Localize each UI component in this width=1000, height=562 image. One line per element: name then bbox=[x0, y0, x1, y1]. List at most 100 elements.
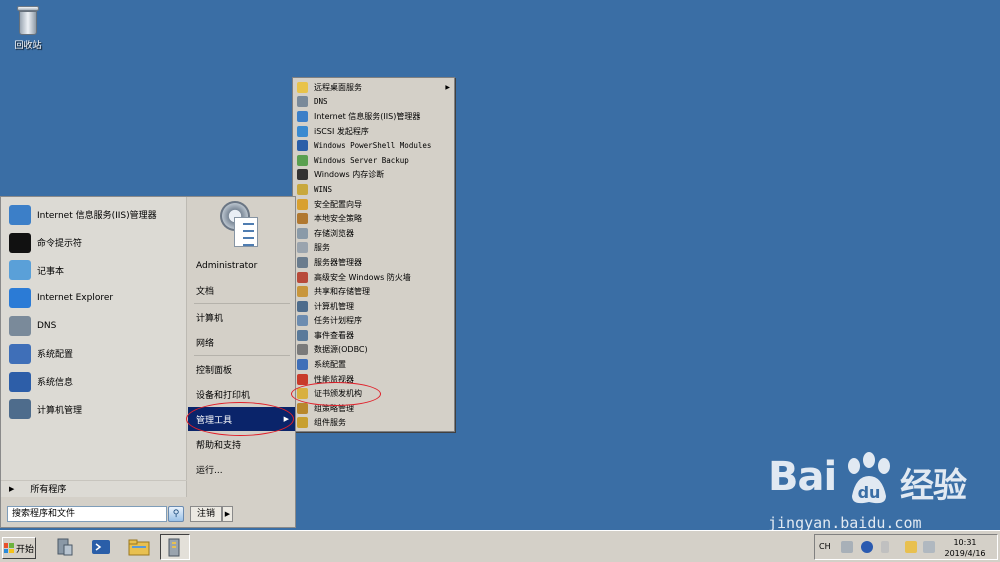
pinned-item-notepad[interactable]: 记事本 bbox=[1, 257, 186, 285]
pinned-item-label: 记事本 bbox=[37, 266, 65, 277]
search-row: 搜索程序和文件 ⚲ 注销 ▶ bbox=[1, 501, 297, 527]
keyboard-icon[interactable] bbox=[841, 541, 853, 553]
submenu-item-storage-explorer[interactable]: 存储浏览器 bbox=[293, 226, 454, 241]
annotation-ellipse-admin-tools bbox=[186, 402, 294, 436]
right-item-network[interactable]: 网络 bbox=[188, 330, 295, 354]
watermark-logo-text: Bai bbox=[768, 454, 837, 500]
powershell-icon[interactable] bbox=[86, 534, 116, 560]
ime-options-icon[interactable] bbox=[881, 541, 889, 553]
submenu-item-task-scheduler[interactable]: 任务计划程序 bbox=[293, 314, 454, 329]
dns-icon bbox=[9, 316, 31, 337]
submenu-item-label: 系统配置 bbox=[314, 360, 346, 370]
explorer-icon[interactable] bbox=[124, 534, 154, 560]
clock[interactable]: 10:31 2019/4/16 bbox=[943, 537, 987, 559]
annotation-ellipse-certificate-authority bbox=[291, 382, 381, 406]
right-item-documents[interactable]: 文档 bbox=[188, 278, 295, 302]
submenu-item-iscsi[interactable]: iSCSI 发起程序 bbox=[293, 124, 454, 139]
search-icon[interactable]: ⚲ bbox=[168, 506, 184, 522]
notepad-icon bbox=[9, 260, 31, 281]
all-programs-button[interactable]: ▶ 所有程序 bbox=[1, 480, 187, 496]
submenu-item-label: Internet 信息服务(IIS)管理器 bbox=[314, 111, 421, 121]
submenu-item-label: 远程桌面服务 bbox=[314, 82, 362, 92]
windows-logo-icon bbox=[3, 543, 14, 553]
submenu-item-iis-manager[interactable]: Internet 信息服务(IIS)管理器 bbox=[293, 109, 454, 124]
submenu-item-event-viewer[interactable]: 事件查看器 bbox=[293, 328, 454, 343]
triangle-right-icon: ▶ bbox=[9, 484, 15, 493]
system-info-icon bbox=[9, 371, 31, 392]
pinned-item-dns[interactable]: DNS bbox=[1, 312, 186, 340]
pinned-item-system-info[interactable]: 系统信息 bbox=[1, 368, 186, 396]
iis-manager-icon bbox=[9, 204, 31, 225]
powershell-icon bbox=[297, 140, 308, 152]
wins-icon bbox=[297, 183, 308, 195]
submenu-item-label: 任务计划程序 bbox=[314, 316, 362, 326]
submenu-item-backup[interactable]: Windows Server Backup bbox=[293, 153, 454, 168]
submenu-item-label: 事件查看器 bbox=[314, 330, 354, 340]
server-manager-icon[interactable] bbox=[50, 534, 80, 560]
pinned-item-command-prompt[interactable]: 命令提示符 bbox=[1, 229, 186, 257]
iis-manager-icon bbox=[297, 110, 308, 122]
network-icon[interactable] bbox=[923, 541, 935, 553]
help-icon[interactable] bbox=[861, 541, 873, 553]
backup-icon bbox=[297, 154, 308, 166]
logoff-options-button[interactable]: ▶ bbox=[222, 506, 233, 522]
command-prompt-icon bbox=[9, 232, 31, 253]
dns-icon bbox=[297, 96, 308, 108]
submenu-item-share-storage[interactable]: 共享和存储管理 bbox=[293, 284, 454, 299]
action-center-icon[interactable] bbox=[905, 541, 917, 553]
submenu-item-local-security-policy[interactable]: 本地安全策略 bbox=[293, 211, 454, 226]
pinned-item-label: 系统配置 bbox=[37, 350, 74, 361]
submenu-item-firewall[interactable]: 高级安全 Windows 防火墙 bbox=[293, 270, 454, 285]
clock-time: 10:31 bbox=[953, 538, 977, 547]
submenu-item-label: 服务器管理器 bbox=[314, 257, 362, 267]
pinned-item-iis-manager[interactable]: Internet 信息服务(IIS)管理器 bbox=[1, 201, 186, 229]
submenu-item-dns[interactable]: DNS bbox=[293, 95, 454, 110]
pinned-item-internet-explorer[interactable]: Internet Explorer bbox=[1, 284, 186, 312]
submenu-item-label: DNS bbox=[314, 97, 328, 107]
submenu-item-memory-diagnostic[interactable]: Windows 内存诊断 bbox=[293, 168, 454, 183]
submenu-item-label: 安全配置向导 bbox=[314, 199, 362, 209]
pinned-item-computer-management[interactable]: 计算机管理 bbox=[1, 396, 186, 424]
system-config-icon bbox=[9, 343, 31, 364]
start-button[interactable]: 开始 bbox=[2, 537, 36, 559]
local-security-policy-icon bbox=[297, 213, 308, 225]
logoff-button[interactable]: 注销 bbox=[190, 506, 222, 522]
submenu-item-services[interactable]: 服务 bbox=[293, 241, 454, 256]
security-wizard-icon bbox=[297, 198, 308, 210]
system-config-icon bbox=[297, 359, 308, 371]
right-item-control-panel[interactable]: 控制面板 bbox=[188, 357, 295, 381]
internet-explorer-icon bbox=[9, 288, 31, 309]
recycle-bin-icon bbox=[15, 4, 41, 36]
submenu-item-computer-management[interactable]: 计算机管理 bbox=[293, 299, 454, 314]
firewall-icon bbox=[297, 271, 308, 283]
submenu-item-powershell[interactable]: Windows PowerShell Modules bbox=[293, 138, 454, 153]
pinned-item-label: DNS bbox=[37, 321, 57, 332]
submenu-item-wins[interactable]: WINS bbox=[293, 182, 454, 197]
submenu-item-label: 存储浏览器 bbox=[314, 228, 354, 238]
right-item-administrator[interactable]: Administrator bbox=[188, 254, 295, 278]
submenu-item-system-config[interactable]: 系统配置 bbox=[293, 357, 454, 372]
right-item-run[interactable]: 运行... bbox=[188, 457, 295, 481]
search-input[interactable]: 搜索程序和文件 bbox=[7, 506, 167, 522]
paw-icon: du bbox=[848, 452, 890, 504]
start-menu: Internet 信息服务(IIS)管理器 命令提示符记事本 Internet Ex… bbox=[0, 196, 296, 528]
submenu-item-label: iSCSI 发起程序 bbox=[314, 126, 369, 136]
submenu-item-component-services[interactable]: 组件服务 bbox=[293, 416, 454, 431]
odbc-icon bbox=[297, 344, 308, 356]
admin-tools-icon[interactable] bbox=[160, 534, 190, 560]
storage-explorer-icon bbox=[297, 227, 308, 239]
server-manager-icon bbox=[297, 256, 308, 268]
pinned-item-system-config[interactable]: 系统配置 bbox=[1, 340, 186, 368]
submenu-item-security-wizard[interactable]: 安全配置向导 bbox=[293, 197, 454, 212]
recycle-bin[interactable]: 回收站 bbox=[8, 4, 48, 51]
divider bbox=[194, 355, 290, 356]
submenu-item-folder[interactable]: 远程桌面服务 ▶ bbox=[293, 80, 454, 95]
start-menu-left-pane: Internet 信息服务(IIS)管理器 命令提示符记事本 Internet Ex… bbox=[1, 197, 187, 497]
computer-management-icon bbox=[297, 300, 308, 312]
submenu-item-odbc[interactable]: 数据源(ODBC) bbox=[293, 343, 454, 358]
language-indicator[interactable]: CH bbox=[819, 542, 831, 551]
clock-date: 2019/4/16 bbox=[944, 549, 986, 558]
submenu-item-server-manager[interactable]: 服务器管理器 bbox=[293, 255, 454, 270]
right-item-computer[interactable]: 计算机 bbox=[188, 305, 295, 329]
start-label: 开始 bbox=[15, 544, 34, 555]
